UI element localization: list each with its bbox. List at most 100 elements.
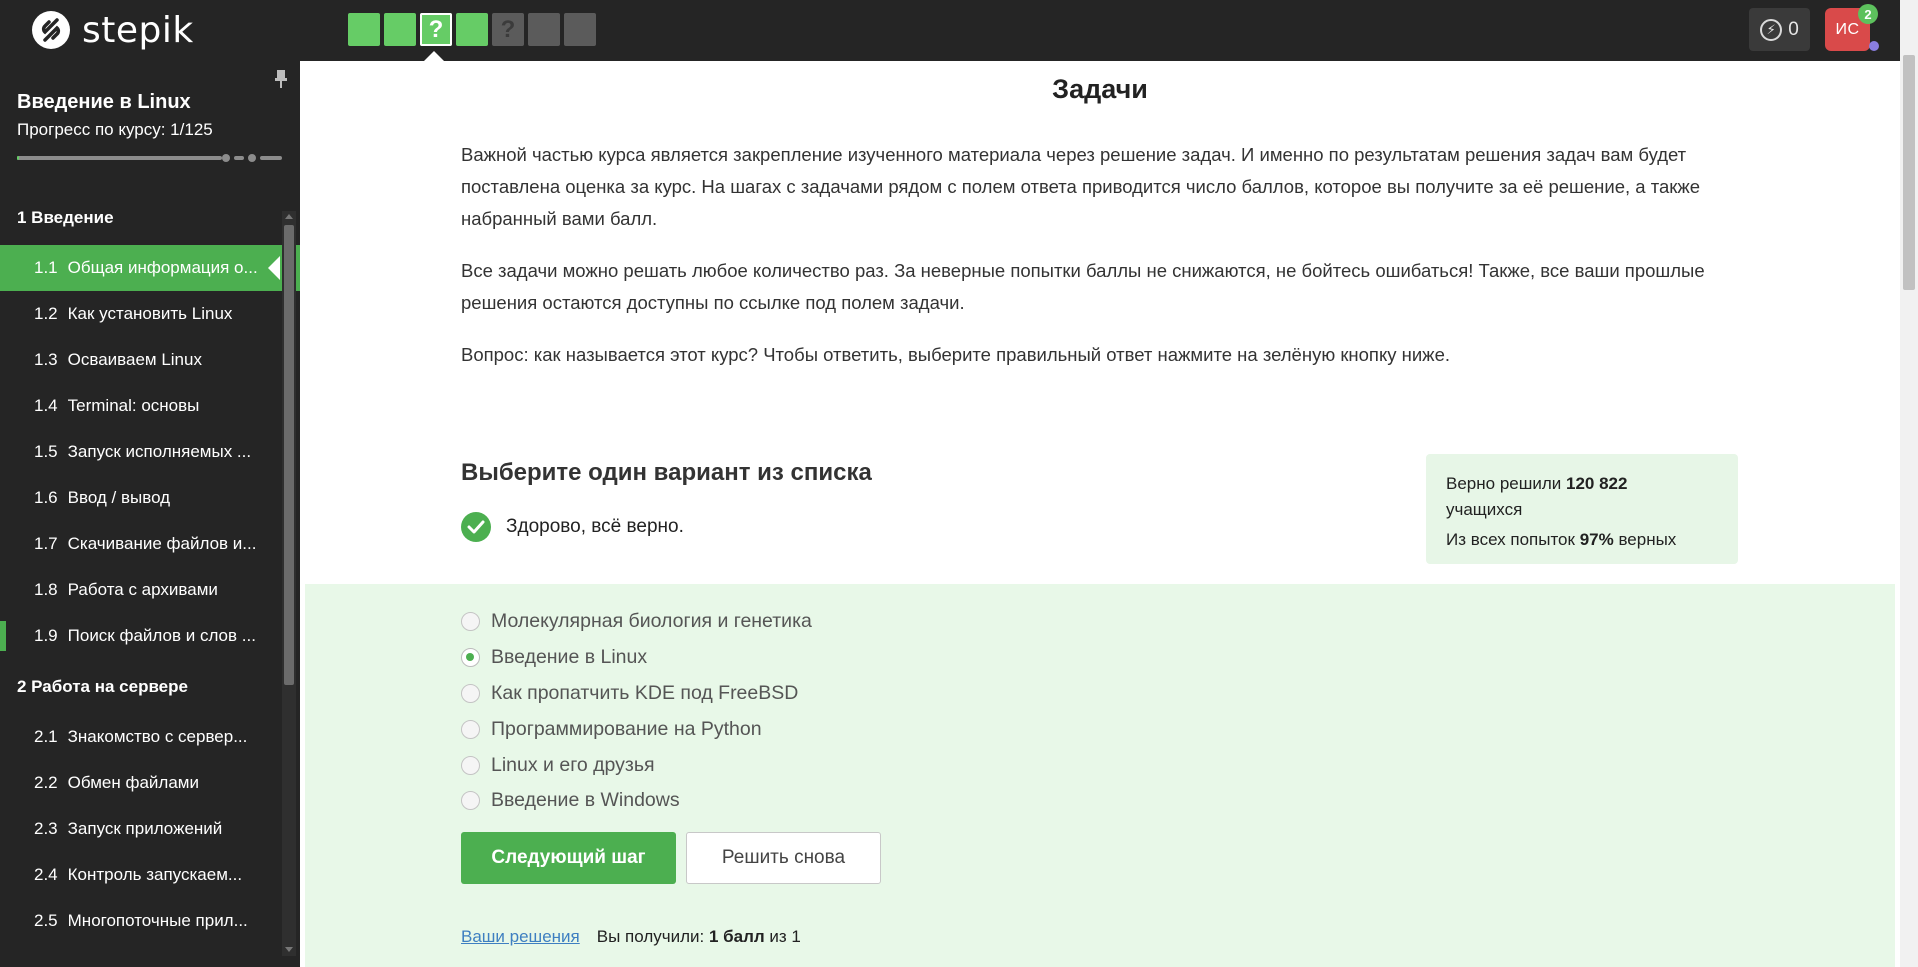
sidebar-item-lesson-1-3[interactable]: 1.3 Осваиваем Linux	[0, 337, 300, 383]
step-navigation: ??	[348, 13, 600, 46]
step-6[interactable]	[528, 13, 560, 46]
attempts-percent: 97%	[1579, 530, 1614, 549]
solved-count: 120 822	[1566, 474, 1628, 493]
lightning-icon: ⚡	[1760, 18, 1783, 41]
lesson-number: 1.6	[34, 488, 58, 507]
answer-option-label: Введение в Linux	[491, 646, 648, 669]
radio-unchecked[interactable]	[461, 719, 480, 739]
intro-paragraph: Важной частью курса является закрепление…	[461, 144, 1701, 229]
sidebar-item-lesson-2-4[interactable]: 2.4 Контроль запускаем...	[0, 852, 300, 898]
radio-checked[interactable]	[461, 648, 480, 668]
stepik-logo[interactable]: stepik	[30, 9, 194, 51]
lesson-title: Как установить Linux	[67, 304, 233, 323]
sidebar-item-lesson-1-6[interactable]: 1.6 Ввод / вывод	[0, 475, 300, 521]
sidebar-item-lesson-1-9[interactable]: 1.9 Поиск файлов и слов ...	[0, 613, 300, 659]
energy-button[interactable]: ⚡ 0	[1749, 8, 1810, 51]
answer-options: Молекулярная биология и генетика Введение…	[461, 604, 812, 819]
quiz-result-text: Здорово, всё верно.	[506, 516, 684, 537]
your-solutions-link[interactable]: Ваши решения	[461, 927, 580, 947]
pin-icon[interactable]	[273, 69, 289, 89]
sidebar-item-lesson-1-4[interactable]: 1.4 Terminal: основы	[0, 383, 300, 429]
scroll-down-arrow-icon[interactable]	[285, 947, 293, 952]
lesson-number: 2.2	[34, 773, 58, 792]
step-7[interactable]	[564, 13, 596, 46]
course-progress-fill	[17, 156, 19, 160]
answer-option[interactable]: Программирование на Python	[461, 711, 812, 747]
check-circle-icon	[461, 512, 491, 542]
score-prefix: Вы получили:	[596, 927, 709, 946]
lesson-title: Многопоточные прил...	[67, 911, 248, 930]
radio-unchecked[interactable]	[461, 755, 480, 775]
quiz-stats: Верно решили 120 822 учащихся Из всех по…	[1426, 454, 1738, 564]
lesson-number: 1.9	[34, 626, 58, 645]
solved-prefix: Верно решили	[1446, 474, 1566, 493]
page-scrollbar-thumb[interactable]	[1903, 55, 1915, 290]
course-progress-label: Прогресс по курсу: 1/125	[17, 120, 213, 139]
lesson-number: 2.1	[34, 727, 58, 746]
sidebar-item-lesson-2-3[interactable]: 2.3 Запуск приложений	[0, 806, 300, 852]
section-1[interactable]: 1 Введение	[0, 190, 300, 245]
stepik-logo-icon	[32, 11, 70, 49]
quiz-result: Здорово, всё верно.	[461, 512, 684, 542]
solved-suffix: учащихся	[1446, 500, 1523, 519]
answer-option[interactable]: Молекулярная биология и генетика	[461, 604, 812, 640]
lesson-progress-marker	[0, 253, 6, 283]
sidebar-item-lesson-2-2[interactable]: 2.2 Обмен файлами	[0, 760, 300, 806]
scroll-up-arrow-icon[interactable]	[285, 214, 293, 219]
sidebar-item-lesson-1-1[interactable]: 1.1 Общая информация о...	[0, 245, 300, 291]
radio-unchecked[interactable]	[461, 612, 480, 632]
lesson-title: Работа с архивами	[67, 580, 218, 599]
sidebar-item-lesson-2-5[interactable]: 2.5 Многопоточные прил...	[0, 898, 300, 944]
attempts-paragraph: Все задачи можно решать любое количество…	[461, 260, 1705, 313]
radio-unchecked[interactable]	[461, 683, 480, 703]
step-1[interactable]	[348, 13, 380, 46]
lesson-number: 1.5	[34, 442, 58, 461]
step-3[interactable]: ?	[420, 13, 452, 46]
answer-option[interactable]: Введение в Windows	[461, 783, 812, 819]
solved-stat: Верно решили 120 822	[1446, 471, 1718, 497]
lesson-title: Ввод / вывод	[67, 488, 171, 507]
sidebar-item-lesson-1-2[interactable]: 1.2 Как установить Linux	[0, 291, 300, 337]
step-4[interactable]	[456, 13, 488, 46]
lesson-title: Контроль запускаем...	[67, 865, 243, 884]
answer-option[interactable]: Как пропатчить KDE под FreeBSD	[461, 676, 812, 712]
sidebar-item-lesson-1-7[interactable]: 1.7 Скачивание файлов и...	[0, 521, 300, 567]
course-progress-bar	[17, 156, 222, 160]
lesson-title: Запуск исполняемых ...	[67, 442, 252, 461]
score-text: Вы получили: 1 балл из 1	[597, 927, 801, 947]
sidebar-scrollbar-thumb[interactable]	[284, 225, 294, 685]
answer-option[interactable]: Linux и его друзья	[461, 747, 812, 783]
sidebar-scrollbar[interactable]	[282, 211, 296, 956]
lesson-title: Запуск приложений	[67, 819, 223, 838]
sidebar-item-lesson-1-8[interactable]: 1.8 Работа с архивами	[0, 567, 300, 613]
answer-option-label: Введение в Windows	[491, 789, 680, 812]
top-bar: stepik ?? ⚡ 0 ИС 2	[0, 0, 1900, 61]
lesson-number: 2.4	[34, 865, 58, 884]
lesson-title: Общая информация о...	[67, 258, 258, 277]
table-of-contents: 1 Введение 1.1 Общая информация о... 1.2 Как…	[0, 190, 300, 944]
lesson-number: 2.3	[34, 819, 58, 838]
lesson-title: Поиск файлов и слов ...	[67, 626, 256, 645]
attempts-prefix: Из всех попыток	[1446, 530, 1580, 549]
quiz-header: Выберите один вариант из списка	[461, 459, 872, 486]
notification-badge[interactable]: 2	[1858, 4, 1878, 24]
course-title[interactable]: Введение в Linux	[17, 91, 191, 114]
page-scrollbar[interactable]	[1900, 0, 1918, 967]
answer-option[interactable]: Введение в Linux	[461, 640, 812, 676]
answer-option-label: Программирование на Python	[491, 717, 762, 740]
course-sidebar: Введение в Linux Прогресс по курсу: 1/12…	[0, 61, 300, 967]
section-2[interactable]: 2 Работа на сервере	[0, 659, 300, 714]
step-content: Задачи Важной частью курса является закр…	[300, 61, 1900, 967]
lesson-number: 1.3	[34, 350, 58, 369]
lesson-number: 1.7	[34, 534, 58, 553]
next-step-button[interactable]: Следующий шаг	[461, 832, 676, 884]
step-2[interactable]	[384, 13, 416, 46]
score-value: 1 балл	[708, 927, 765, 946]
sidebar-item-lesson-2-1[interactable]: 2.1 Знакомство с сервер...	[0, 714, 300, 760]
sidebar-item-lesson-1-5[interactable]: 1.5 Запуск исполняемых ...	[0, 429, 300, 475]
solve-again-button[interactable]: Решить снова	[686, 832, 881, 884]
status-dot	[1869, 41, 1879, 51]
lesson-number: 1.1	[34, 258, 58, 277]
radio-unchecked[interactable]	[461, 791, 480, 811]
step-5[interactable]: ?	[492, 13, 524, 46]
